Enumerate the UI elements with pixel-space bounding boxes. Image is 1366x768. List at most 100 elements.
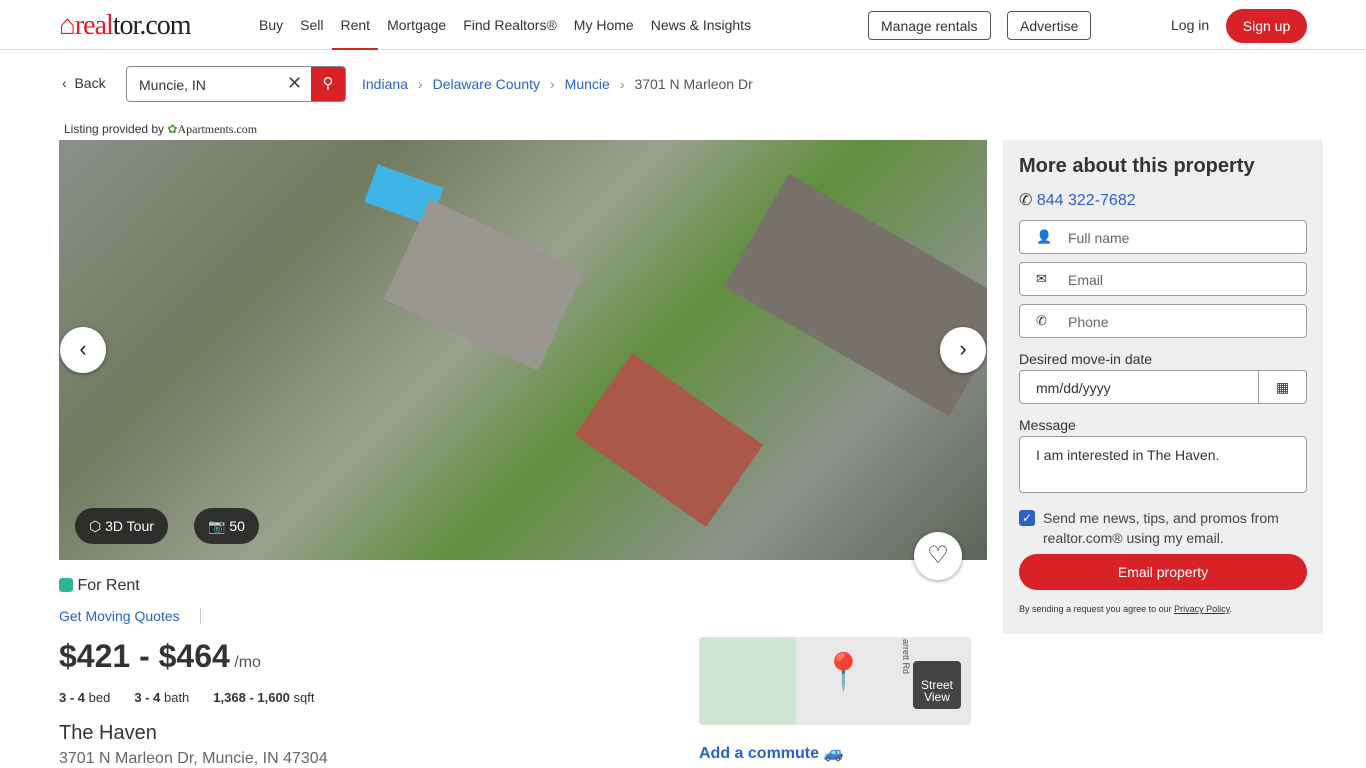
baths-label: bath	[163, 690, 190, 705]
message-textarea[interactable]: I am interested in The Haven.	[1019, 436, 1307, 493]
realtor-logo[interactable]: ⌂realtor.com	[59, 10, 192, 42]
photos-button[interactable]: 📷 50	[194, 508, 259, 544]
form-title: More about this property	[1019, 155, 1255, 177]
email-input[interactable]: ✉ Email	[1019, 262, 1307, 296]
chevron-right-icon: ›	[417, 76, 423, 92]
search-box: Muncie, IN ✕ ⚲	[126, 66, 346, 102]
nav-rent[interactable]: Rent	[332, 17, 378, 50]
date-placeholder: mm/dd/yyyy	[1036, 380, 1111, 396]
provider-prefix: Listing provided by	[64, 122, 165, 136]
beds-value: 3 - 4	[59, 690, 86, 705]
provider-name: Apartments.com	[177, 122, 258, 136]
moving-quotes-link[interactable]: Get Moving Quotes	[59, 608, 201, 624]
phone-link[interactable]: ✆ 844 322-7682	[1019, 190, 1136, 210]
breadcrumb: Indiana › Delaware County › Muncie › 3701 N…	[362, 76, 753, 92]
move-in-label: Desired move-in date	[1019, 351, 1153, 367]
signup-button[interactable]: Sign up	[1226, 9, 1307, 43]
sqft-label: sqft	[293, 690, 315, 705]
prev-photo-button[interactable]: ‹	[60, 327, 106, 373]
chevron-right-icon: ›	[959, 336, 967, 361]
commute-label: Add a commute	[699, 745, 820, 762]
property-address: 3701 N Marleon Dr, Muncie, IN 47304	[59, 750, 328, 767]
phone-input[interactable]: ✆ Phone	[1019, 304, 1307, 338]
clubhouse-shape	[383, 199, 585, 371]
add-commute-link[interactable]: Add a commute 🚙	[699, 743, 843, 763]
court-shape	[574, 353, 764, 527]
price-value: $421 - $464	[59, 638, 230, 674]
chevron-left-icon: ‹	[62, 75, 67, 91]
camera-icon: 📷	[208, 518, 226, 534]
property-photo[interactable]: ‹ › ⬡ 3D Tour 📷 50	[59, 140, 987, 560]
search-input[interactable]: Muncie, IN	[139, 77, 206, 93]
nav-my-home[interactable]: My Home	[574, 17, 634, 33]
favorite-button[interactable]: ♡	[914, 532, 962, 580]
nav-buy[interactable]: Buy	[259, 17, 283, 33]
crumb-city[interactable]: Muncie	[565, 76, 610, 92]
crumb-county[interactable]: Delaware County	[433, 76, 540, 92]
back-button[interactable]: ‹ Back	[62, 75, 106, 91]
street-view-button[interactable]: Street View	[913, 661, 961, 709]
car-icon: 🚙	[823, 745, 844, 762]
move-in-date-input[interactable]: mm/dd/yyyy ▦	[1019, 370, 1307, 404]
status-dot-icon	[59, 578, 73, 592]
chevron-right-icon: ›	[550, 76, 555, 92]
person-icon: 👤	[1036, 229, 1053, 244]
contact-form: More about this property ✆ 844 322-7682 …	[1003, 140, 1323, 634]
next-photo-button[interactable]: ›	[940, 327, 986, 373]
full-name-placeholder: Full name	[1068, 230, 1130, 246]
login-link[interactable]: Log in	[1171, 17, 1209, 33]
price: $421 - $464 /mo	[59, 638, 261, 675]
listing-provider: Listing provided by ✿Apartments.com	[64, 122, 257, 137]
phone-icon: ✆	[1019, 192, 1033, 209]
crumb-current: 3701 N Marleon Dr	[634, 76, 753, 92]
message-label: Message	[1019, 417, 1076, 433]
property-meta: 3 - 4 bed 3 - 4 bath 1,368 - 1,600 sqft	[59, 690, 315, 705]
heart-icon: ♡	[927, 542, 949, 569]
map-thumbnail[interactable]: arrett Rd 📍 Street View	[699, 637, 971, 725]
full-name-input[interactable]: 👤 Full name	[1019, 220, 1307, 254]
price-unit: /mo	[234, 654, 261, 671]
phone-number[interactable]: 844 322-7682	[1037, 192, 1136, 209]
main-nav: Buy Sell Rent Mortgage Find Realtors® My…	[259, 17, 751, 50]
header: ⌂realtor.com Buy Sell Rent Mortgage Find…	[0, 0, 1366, 50]
photo-count: 50	[229, 518, 245, 534]
disclaimer-text: By sending a request you agree to our	[1019, 604, 1172, 614]
map-road-label: arrett Rd	[901, 639, 911, 675]
crumb-state[interactable]: Indiana	[362, 76, 408, 92]
nav-sell[interactable]: Sell	[300, 17, 323, 33]
chevron-left-icon: ‹	[79, 336, 87, 361]
apartments-logo-icon: ✿	[167, 122, 178, 136]
clear-icon[interactable]: ✕	[287, 73, 302, 94]
advertise-button[interactable]: Advertise	[1007, 11, 1092, 40]
opt-in-checkbox[interactable]: ✓	[1019, 510, 1035, 526]
cube-icon: ⬡	[89, 518, 102, 534]
chevron-right-icon: ›	[619, 76, 625, 92]
search-icon: ⚲	[322, 75, 334, 92]
phone-placeholder: Phone	[1068, 314, 1109, 330]
baths-value: 3 - 4	[134, 690, 161, 705]
opt-in-label: Send me news, tips, and promos from real…	[1043, 510, 1279, 546]
disclaimer: By sending a request you agree to our Pr…	[1019, 604, 1232, 614]
tour-label: 3D Tour	[105, 518, 154, 534]
nav-mortgage[interactable]: Mortgage	[387, 17, 446, 33]
status-badge: For Rent	[59, 577, 140, 595]
email-property-button[interactable]: Email property	[1019, 554, 1307, 590]
nav-find-realtors[interactable]: Find Realtors®	[463, 17, 557, 33]
property-name: The Haven	[59, 722, 157, 744]
back-label: Back	[74, 75, 106, 91]
phone-icon: ✆	[1036, 313, 1047, 328]
privacy-policy-link[interactable]: Privacy Policy	[1174, 604, 1229, 614]
envelope-icon: ✉	[1036, 271, 1047, 286]
nav-news[interactable]: News & Insights	[651, 17, 751, 33]
status-label: For Rent	[77, 577, 140, 594]
map-park	[699, 637, 796, 725]
email-placeholder: Email	[1068, 272, 1104, 288]
3d-tour-button[interactable]: ⬡ 3D Tour	[75, 508, 168, 544]
building-shape	[723, 173, 987, 417]
sqft-value: 1,368 - 1,600	[213, 690, 290, 705]
search-button[interactable]: ⚲	[311, 67, 345, 101]
map-pin-icon: 📍	[821, 651, 866, 692]
beds-label: bed	[88, 690, 111, 705]
manage-rentals-button[interactable]: Manage rentals	[868, 11, 991, 40]
calendar-icon[interactable]: ▦	[1258, 371, 1306, 403]
